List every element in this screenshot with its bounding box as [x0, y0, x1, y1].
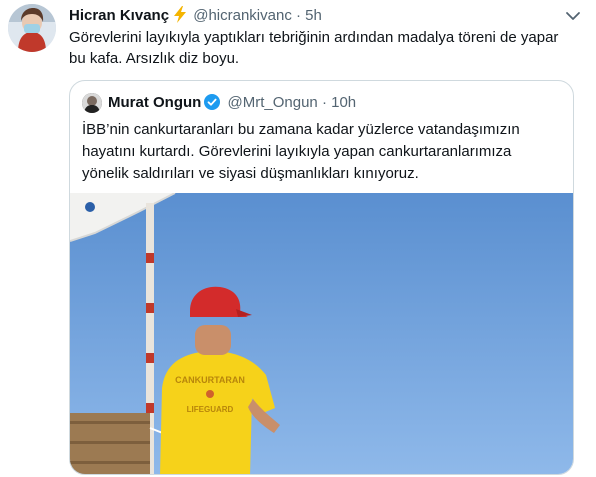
author-name[interactable]: Hicran Kıvanç: [69, 7, 169, 24]
tweet-text: Görevlerini layıkıyla yaptıkları tebriği…: [69, 29, 559, 67]
lightning-bolt-icon: [173, 6, 187, 29]
quoted-handle[interactable]: @Mrt_Ongun: [228, 94, 318, 111]
tweet-header: Hicran Kıvanç @hicrankivanc · 5h: [69, 6, 539, 29]
author-avatar-image: [8, 4, 56, 52]
quoted-photo[interactable]: CANKURTARAN LIFEGUARD: [70, 192, 573, 474]
tweet-time[interactable]: 5h: [305, 7, 322, 24]
more-options-button[interactable]: [558, 6, 588, 26]
shirt-text-lifeguard: LIFEGUARD: [187, 405, 234, 414]
tweet[interactable]: Hicran Kıvanç @hicrankivanc · 5h Görevle…: [0, 0, 596, 477]
quoted-time[interactable]: 10h: [331, 94, 356, 111]
quoted-text: İBB’nin cankurtaranları bu zamana kadar …: [82, 121, 520, 182]
author-avatar[interactable]: [8, 4, 56, 52]
quoted-author-avatar[interactable]: [82, 93, 102, 113]
author-handle[interactable]: @hicrankivanc: [193, 7, 292, 24]
lifeguard-photo: CANKURTARAN LIFEGUARD: [70, 192, 573, 474]
chevron-down-icon: [566, 12, 580, 20]
quoted-author-name[interactable]: Murat Ongun: [108, 94, 201, 111]
quoted-separator: ·: [321, 94, 327, 111]
quoted-tweet[interactable]: Murat Ongun @Mrt_Ongun · 10h İBB’nin can…: [69, 80, 574, 475]
quoted-header: Murat Ongun @Mrt_Ongun · 10h: [108, 93, 356, 116]
header-separator: ·: [296, 7, 301, 24]
verified-badge-icon: [204, 94, 221, 116]
shirt-text-cankurtaran: CANKURTARAN: [175, 375, 245, 385]
quoted-avatar-image: [82, 93, 102, 113]
